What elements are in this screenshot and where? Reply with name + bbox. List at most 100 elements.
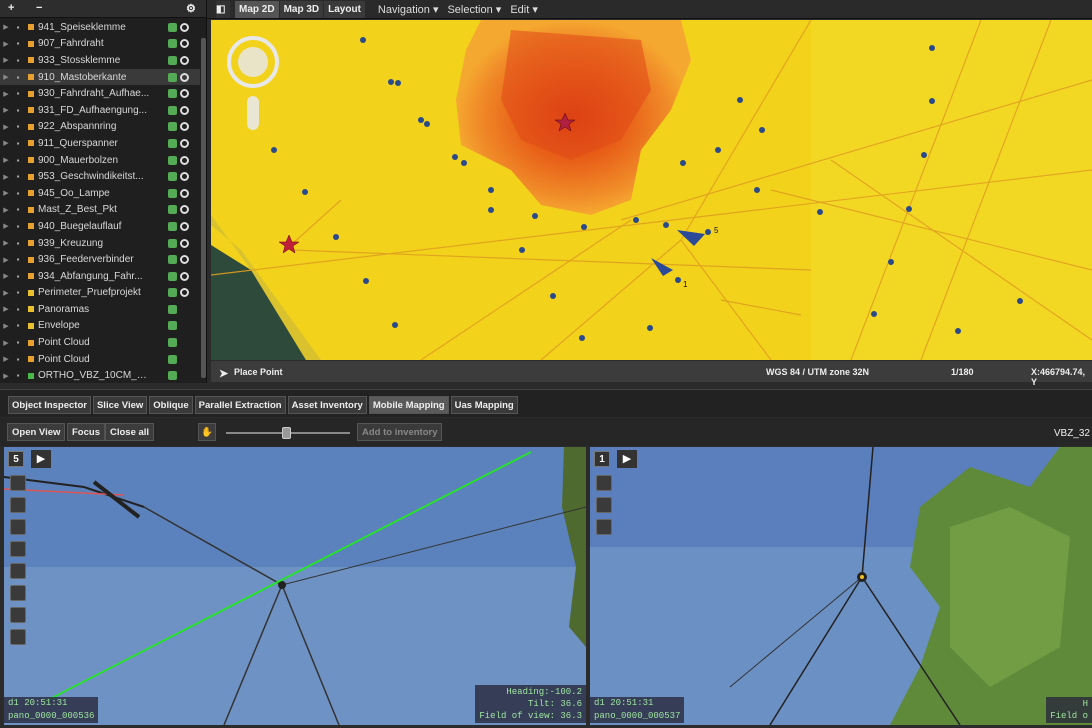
- view-number-badge[interactable]: 1: [594, 451, 610, 467]
- visibility-checkbox[interactable]: ▪: [12, 156, 24, 165]
- layer-row[interactable]: ▶ ▪ 931_FD_Aufhaengung...: [0, 102, 200, 119]
- tab-asset-inventory[interactable]: Asset Inventory: [287, 396, 367, 414]
- plugin-icon[interactable]: [168, 188, 177, 198]
- tab-layout[interactable]: Layout: [324, 0, 365, 18]
- target-icon[interactable]: [180, 172, 189, 182]
- expand-arrow-icon[interactable]: ▶: [0, 189, 12, 197]
- layer-row[interactable]: ▶ ▪ Panoramas: [0, 301, 200, 318]
- plugin-icon[interactable]: [168, 321, 177, 331]
- layer-row[interactable]: ▶ ▪ Envelope: [0, 318, 200, 335]
- visibility-checkbox[interactable]: ▪: [12, 139, 24, 148]
- plugin-icon[interactable]: [168, 304, 177, 314]
- expand-arrow-icon[interactable]: ▶: [0, 305, 12, 313]
- target-icon[interactable]: [180, 205, 189, 215]
- plugin-icon[interactable]: [168, 55, 177, 65]
- tab-mobile-mapping[interactable]: Mobile Mapping: [368, 396, 449, 414]
- compass-icon[interactable]: [10, 475, 26, 491]
- plugin-icon[interactable]: [168, 371, 177, 381]
- plugin-icon[interactable]: [168, 105, 177, 115]
- monitor-icon[interactable]: [10, 585, 26, 601]
- target-icon[interactable]: [180, 138, 189, 148]
- expand-arrow-icon[interactable]: ▶: [0, 23, 12, 31]
- plugin-icon[interactable]: [168, 338, 177, 348]
- gear-icon[interactable]: ⚙: [186, 2, 196, 15]
- expand-arrow-icon[interactable]: ▶: [0, 156, 12, 164]
- plugin-icon[interactable]: [168, 172, 177, 182]
- layers-icon[interactable]: [596, 497, 612, 513]
- plugin-icon[interactable]: [168, 271, 177, 281]
- layer-row[interactable]: ▶ ▪ Point Cloud: [0, 334, 200, 351]
- expand-arrow-icon[interactable]: ▶: [0, 123, 12, 131]
- plugin-icon[interactable]: [168, 221, 177, 231]
- visibility-checkbox[interactable]: ▪: [12, 189, 24, 198]
- focus-button[interactable]: Focus: [67, 423, 105, 441]
- tab-object-inspector[interactable]: Object Inspector: [8, 396, 91, 414]
- plugin-icon[interactable]: [168, 39, 177, 49]
- target-icon[interactable]: [180, 122, 189, 132]
- remove-layer-button[interactable]: −: [36, 2, 42, 14]
- expand-arrow-icon[interactable]: ▶: [0, 139, 12, 147]
- visibility-checkbox[interactable]: ▪: [12, 122, 24, 131]
- menu-edit[interactable]: Edit ▾: [510, 3, 538, 16]
- panorama-view-2[interactable]: 1 ▶ d1 20:51:31 pano_0000_000537 H Field…: [590, 447, 1092, 725]
- plugin-icon[interactable]: [168, 155, 177, 165]
- tab-parallel-extraction[interactable]: Parallel Extraction: [194, 396, 286, 414]
- layer-row[interactable]: ▶ ▪ 911_Querspanner: [0, 135, 200, 152]
- target-icon[interactable]: [180, 155, 189, 165]
- target-icon[interactable]: [180, 39, 189, 49]
- expand-arrow-icon[interactable]: ▶: [0, 355, 12, 363]
- layer-row[interactable]: ▶ ▪ 933_Stossklemme: [0, 52, 200, 69]
- visibility-checkbox[interactable]: ▪: [12, 239, 24, 248]
- plugin-icon[interactable]: [168, 22, 177, 32]
- visibility-checkbox[interactable]: ▪: [12, 305, 24, 314]
- visibility-checkbox[interactable]: ▪: [12, 56, 24, 65]
- layer-row[interactable]: ▶ ▪ ORTHO_VBZ_10CM_c...: [0, 367, 200, 384]
- expand-arrow-icon[interactable]: ▶: [0, 322, 12, 330]
- visibility-checkbox[interactable]: ▪: [12, 89, 24, 98]
- target-icon[interactable]: [180, 255, 189, 265]
- expand-arrow-icon[interactable]: ▶: [0, 256, 12, 264]
- menu-navigation[interactable]: Navigation ▾: [378, 3, 439, 16]
- hand-icon[interactable]: ✋: [198, 423, 216, 441]
- layer-row[interactable]: ▶ ▪ 936_Feederverbinder: [0, 251, 200, 268]
- layer-scrollbar[interactable]: [201, 38, 206, 378]
- layers-icon[interactable]: [10, 563, 26, 579]
- expand-arrow-icon[interactable]: ▶: [0, 372, 12, 380]
- play-icon[interactable]: ▶: [617, 450, 637, 468]
- tab-map-3d[interactable]: Map 3D: [279, 0, 324, 18]
- target-icon[interactable]: [180, 22, 189, 32]
- visibility-checkbox[interactable]: ▪: [12, 288, 24, 297]
- visibility-checkbox[interactable]: ▪: [12, 255, 24, 264]
- visibility-checkbox[interactable]: ▪: [12, 73, 24, 82]
- layer-row[interactable]: ▶ ▪ Mast_Z_Best_Pkt: [0, 202, 200, 219]
- expand-arrow-icon[interactable]: ▶: [0, 206, 12, 214]
- plugin-icon[interactable]: [168, 288, 177, 298]
- layer-row[interactable]: ▶ ▪ 939_Kreuzung: [0, 235, 200, 252]
- measure-icon[interactable]: [10, 497, 26, 513]
- expand-arrow-icon[interactable]: ▶: [0, 90, 12, 98]
- plugin-icon[interactable]: [168, 72, 177, 82]
- tab-map-2d[interactable]: Map 2D: [235, 0, 279, 18]
- layer-row[interactable]: ▶ ▪ Perimeter_Pruefprojekt: [0, 285, 200, 302]
- plugin-icon[interactable]: [168, 122, 177, 132]
- close-all-button[interactable]: Close all: [105, 423, 155, 441]
- plugin-icon[interactable]: [168, 138, 177, 148]
- expand-arrow-icon[interactable]: ▶: [0, 289, 12, 297]
- visibility-checkbox[interactable]: ▪: [12, 371, 24, 380]
- layer-row[interactable]: ▶ ▪ 922_Abspannring: [0, 119, 200, 136]
- target-icon[interactable]: [180, 288, 189, 298]
- picture-icon[interactable]: [10, 519, 26, 535]
- layer-row[interactable]: ▶ ▪ 910_Mastoberkante: [0, 68, 200, 86]
- visibility-checkbox[interactable]: ▪: [12, 355, 24, 364]
- expand-arrow-icon[interactable]: ▶: [0, 106, 12, 114]
- expand-arrow-icon[interactable]: ▶: [0, 173, 12, 181]
- visibility-checkbox[interactable]: ▪: [12, 39, 24, 48]
- target-icon[interactable]: [180, 55, 189, 65]
- add-layer-button[interactable]: +: [8, 2, 14, 14]
- visibility-checkbox[interactable]: ▪: [12, 106, 24, 115]
- tab-uas-mapping[interactable]: Uas Mapping: [450, 396, 518, 414]
- tab-slice-view[interactable]: Slice View: [92, 396, 148, 414]
- profile-icon[interactable]: [10, 607, 26, 623]
- target-icon[interactable]: [180, 238, 189, 248]
- plugin-icon[interactable]: [168, 255, 177, 265]
